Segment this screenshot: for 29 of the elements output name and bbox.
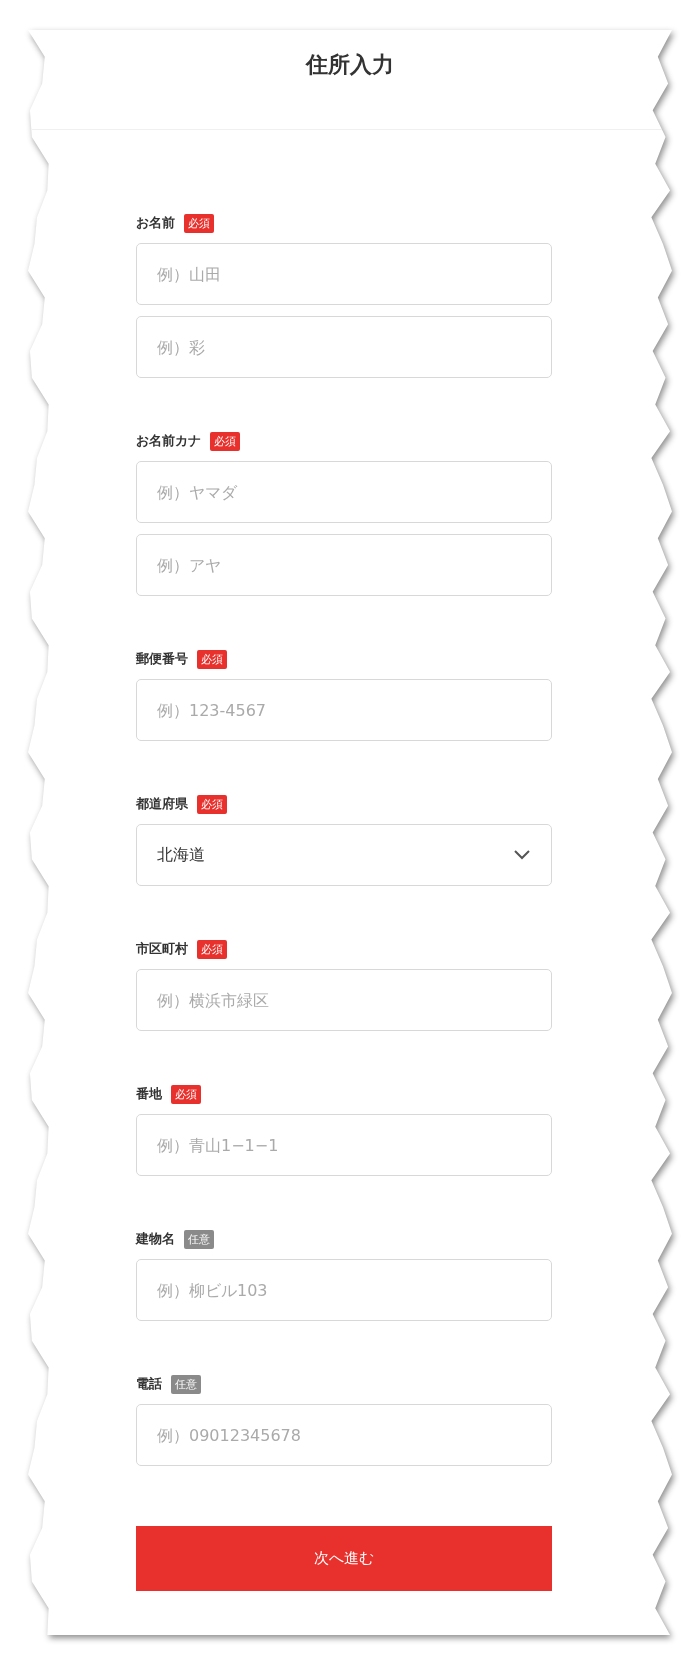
- required-tag: 必須: [197, 939, 227, 959]
- required-tag: 必須: [210, 431, 240, 451]
- field-label: 建物名: [136, 1230, 175, 1248]
- field-label: 電話: [136, 1375, 162, 1393]
- input-field[interactable]: 例）青山1−1−1: [136, 1114, 552, 1176]
- field-label: 郵便番号: [136, 650, 188, 668]
- field-label: 番地: [136, 1085, 162, 1103]
- input-field[interactable]: 例）ヤマダ: [136, 461, 552, 523]
- required-tag: 必須: [197, 794, 227, 814]
- field-label: 市区町村: [136, 940, 188, 958]
- input-field[interactable]: 例）山田: [136, 243, 552, 305]
- required-tag: 必須: [197, 649, 227, 669]
- field-label: お名前カナ: [136, 432, 201, 450]
- page-title: 住所入力: [306, 51, 394, 79]
- input-field[interactable]: 例）彩: [136, 316, 552, 378]
- field-label: 都道府県: [136, 795, 188, 813]
- required-tag: 必須: [184, 213, 214, 233]
- field-label: お名前: [136, 214, 175, 232]
- optional-tag: 任意: [171, 1374, 201, 1394]
- prefecture-select[interactable]: 北海道: [136, 824, 552, 886]
- optional-tag: 任意: [184, 1229, 214, 1249]
- next-button[interactable]: 次へ進む: [136, 1526, 552, 1591]
- input-field[interactable]: 例）柳ビル103: [136, 1259, 552, 1321]
- input-field[interactable]: 例）アヤ: [136, 534, 552, 596]
- input-field[interactable]: 例）横浜市緑区: [136, 969, 552, 1031]
- input-field[interactable]: 例）09012345678: [136, 1404, 552, 1466]
- chevron-down-icon: [513, 849, 531, 861]
- required-tag: 必須: [171, 1084, 201, 1104]
- input-field[interactable]: 例）123-4567: [136, 679, 552, 741]
